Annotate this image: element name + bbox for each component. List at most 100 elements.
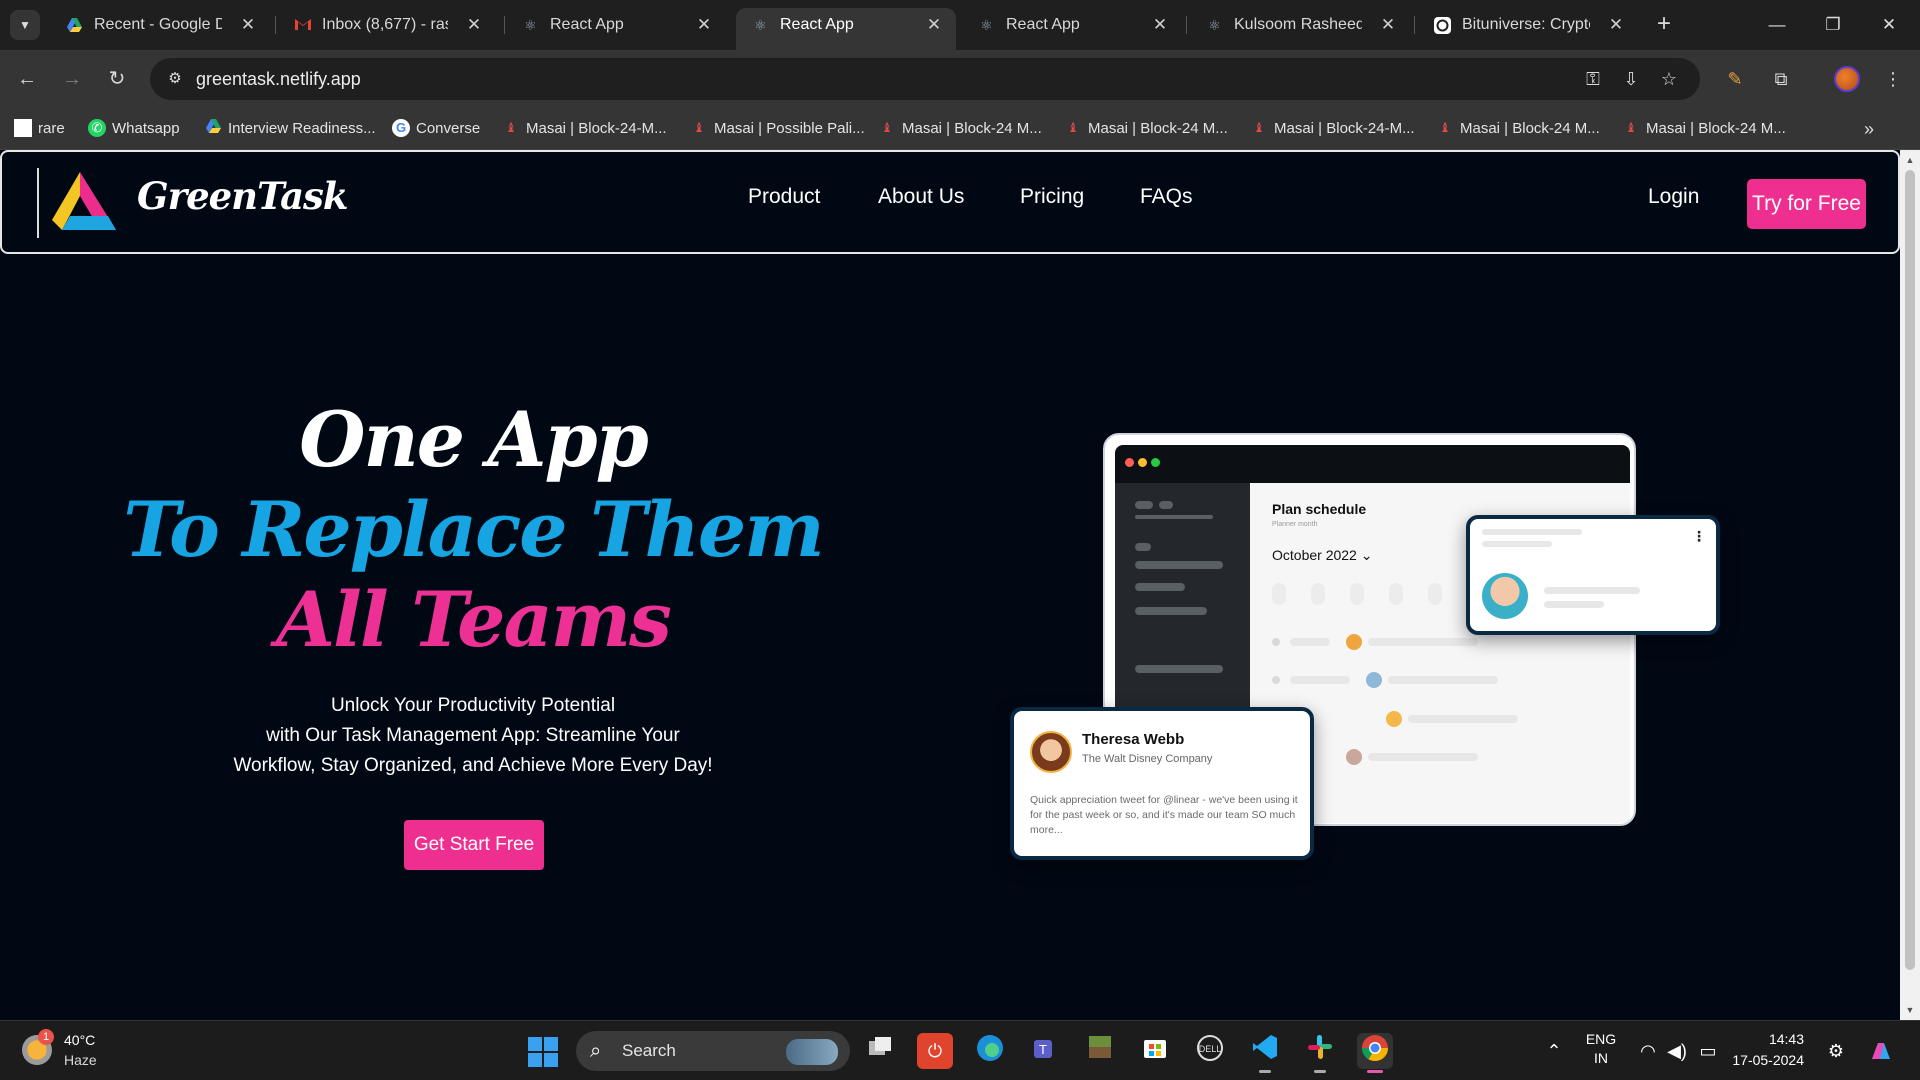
- hero-subtitle-line-3: Workflow, Stay Organized, and Achieve Mo…: [233, 755, 713, 776]
- close-window-icon[interactable]: ✕: [1866, 8, 1912, 42]
- bookmark-label: rare: [38, 120, 65, 137]
- testimonial-name: Theresa Webb: [1082, 731, 1185, 748]
- greentask-logo-icon[interactable]: [50, 170, 118, 234]
- power-app-icon[interactable]: ⏻: [917, 1033, 953, 1069]
- clock-date[interactable]: 17-05-2024: [1716, 1052, 1804, 1068]
- close-icon[interactable]: ✕: [924, 8, 944, 42]
- notification-icon[interactable]: ⚙: [1824, 1039, 1848, 1063]
- nav-product[interactable]: Product: [748, 185, 820, 209]
- brand-name[interactable]: GreenTask: [137, 174, 349, 218]
- close-icon[interactable]: ✕: [694, 8, 714, 42]
- tab-title: Bituniverse: Crypto m: [1462, 16, 1590, 33]
- pen-extension-icon[interactable]: ✎: [1720, 64, 1750, 94]
- bookmark-item[interactable]: ♝ Masai | Block-24-M...: [1250, 108, 1414, 150]
- tab-bar: ▼ Recent - Google Driv ✕ Inbox (8,677) -…: [0, 0, 1920, 50]
- url-text[interactable]: greentask.netlify.app: [196, 58, 361, 100]
- copilot-icon[interactable]: [1866, 1039, 1896, 1069]
- tab-react-app-active[interactable]: ⚛ React App ✕: [736, 8, 956, 50]
- tab-react-app-2[interactable]: ⚛ React App ✕: [962, 8, 1182, 42]
- more-bookmarks-icon[interactable]: »: [1864, 108, 1874, 150]
- password-key-icon[interactable]: ⚿: [1580, 68, 1606, 90]
- bookmark-item[interactable]: ♝ Masai | Block-24 M...: [1064, 108, 1228, 150]
- minecraft-icon[interactable]: [1082, 1033, 1118, 1069]
- tab-kulsoom[interactable]: ⚛ Kulsoom Rasheed ✕: [1190, 8, 1410, 42]
- page-icon: [14, 118, 32, 137]
- bookmark-star-icon[interactable]: ☆: [1656, 68, 1682, 90]
- weather-temperature[interactable]: 40°C: [64, 1032, 95, 1048]
- volume-icon[interactable]: ◀): [1665, 1039, 1689, 1063]
- restore-icon[interactable]: ❐: [1810, 8, 1856, 42]
- slack-icon[interactable]: [1302, 1033, 1338, 1073]
- tab-gmail[interactable]: Inbox (8,677) - rashe ✕: [278, 8, 496, 42]
- close-icon[interactable]: ✕: [464, 8, 484, 42]
- month-label: October 2022: [1272, 547, 1357, 563]
- forward-icon[interactable]: →: [57, 64, 87, 94]
- extensions-icon[interactable]: ⧉: [1766, 64, 1796, 94]
- teams-icon[interactable]: T: [1027, 1033, 1063, 1069]
- tab-title: React App: [550, 16, 624, 33]
- scroll-up-icon[interactable]: ▲: [1900, 152, 1920, 168]
- address-bar[interactable]: ⚙ greentask.netlify.app ⚿ ⇩ ☆: [150, 58, 1700, 100]
- windows-start-icon[interactable]: [528, 1037, 558, 1067]
- weather-description[interactable]: Haze: [64, 1052, 97, 1068]
- bookmark-label: Masai | Possible Pali...: [714, 120, 865, 137]
- task-view-icon[interactable]: [862, 1033, 898, 1069]
- chevron-up-icon[interactable]: ⌃: [1542, 1039, 1566, 1063]
- close-icon[interactable]: ✕: [238, 8, 258, 42]
- hero-title-line-1: One App: [299, 395, 649, 484]
- language-indicator[interactable]: ENG IN: [1578, 1031, 1624, 1071]
- close-icon[interactable]: ✕: [1378, 8, 1398, 42]
- taskbar-search[interactable]: ⌕ Search: [576, 1031, 850, 1071]
- dell-icon[interactable]: DELL: [1192, 1033, 1228, 1069]
- nav-about-us[interactable]: About Us: [878, 185, 964, 209]
- bookmark-item[interactable]: ♝ Masai | Block-24 M...: [1622, 108, 1786, 150]
- bookmark-item[interactable]: ♝ Masai | Block-24 M...: [878, 108, 1042, 150]
- scroll-down-icon[interactable]: ▼: [1900, 1002, 1920, 1018]
- page-scrollbar[interactable]: ▲ ▼: [1900, 150, 1920, 1020]
- bookmark-item[interactable]: rare: [14, 108, 65, 150]
- bookmark-item[interactable]: ♝ Masai | Block-24-M...: [502, 108, 666, 150]
- vscode-icon[interactable]: [1247, 1033, 1283, 1073]
- chrome-icon[interactable]: [1357, 1033, 1393, 1073]
- menu-dots-icon[interactable]: ⋮: [1878, 64, 1908, 94]
- new-tab-button[interactable]: +: [1650, 10, 1678, 38]
- hero-title-line-3: All Teams: [276, 575, 672, 664]
- edge-icon[interactable]: [972, 1033, 1008, 1069]
- bookmark-item[interactable]: ✆ Whatsapp: [88, 108, 180, 150]
- clock-time[interactable]: 14:43: [1740, 1031, 1804, 1047]
- bookmark-label: Masai | Block-24 M...: [902, 120, 1042, 137]
- tab-google-drive[interactable]: Recent - Google Driv ✕: [50, 8, 270, 42]
- wifi-icon[interactable]: ◠: [1636, 1039, 1660, 1063]
- bookmark-item[interactable]: G Converse: [392, 108, 480, 150]
- more-options-icon[interactable]: ⋮: [1692, 529, 1706, 543]
- tab-bituniverse[interactable]: Bituniverse: Crypto m ✕: [1418, 8, 1638, 42]
- nav-pricing[interactable]: Pricing: [1020, 185, 1084, 209]
- bookmark-item[interactable]: ♝ Masai | Possible Pali...: [690, 108, 865, 150]
- minimize-icon[interactable]: —: [1754, 8, 1800, 42]
- bookmark-label: Masai | Block-24 M...: [1088, 120, 1228, 137]
- reload-icon[interactable]: ↻: [102, 64, 132, 94]
- microsoft-store-icon[interactable]: [1137, 1033, 1173, 1069]
- tab-react-app-1[interactable]: ⚛ React App ✕: [506, 8, 726, 42]
- window-dot-green: [1151, 458, 1160, 467]
- profile-avatar[interactable]: [1834, 66, 1860, 92]
- bookmark-item[interactable]: ♝ Masai | Block-24 M...: [1436, 108, 1600, 150]
- search-label: Search: [622, 1041, 676, 1060]
- masai-icon: ♝: [693, 119, 705, 135]
- login-link[interactable]: Login: [1648, 185, 1699, 209]
- site-info-icon[interactable]: ⚙: [162, 66, 188, 92]
- testimonial-company: The Walt Disney Company: [1082, 753, 1213, 765]
- scroll-thumb[interactable]: [1905, 170, 1915, 970]
- get-start-free-button[interactable]: Get Start Free: [404, 820, 544, 870]
- close-icon[interactable]: ✕: [1606, 8, 1626, 42]
- window-dot-yellow: [1138, 458, 1147, 467]
- close-icon[interactable]: ✕: [1150, 8, 1170, 42]
- nav-faqs[interactable]: FAQs: [1140, 185, 1193, 209]
- try-for-free-button[interactable]: Try for Free: [1747, 179, 1866, 229]
- google-icon: G: [392, 118, 410, 137]
- back-icon[interactable]: ←: [12, 64, 42, 94]
- install-app-icon[interactable]: ⇩: [1618, 68, 1644, 90]
- bookmark-label: Masai | Block-24 M...: [1646, 120, 1786, 137]
- bookmark-item[interactable]: Interview Readiness...: [204, 108, 376, 150]
- tab-search-button[interactable]: ▼: [10, 10, 40, 40]
